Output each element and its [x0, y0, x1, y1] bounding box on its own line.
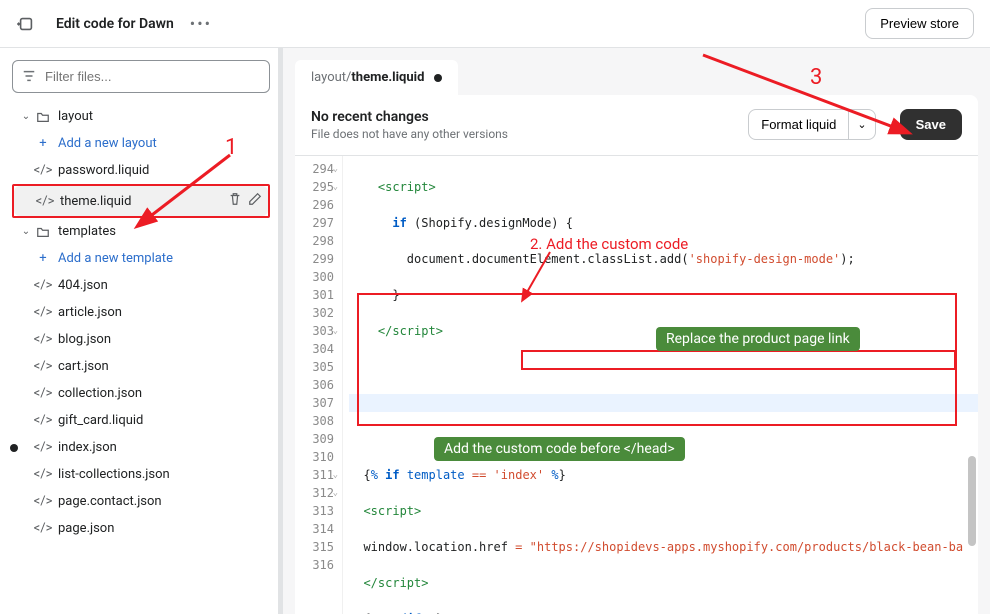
plus-icon: + [34, 136, 52, 151]
format-liquid-button[interactable]: Format liquid [748, 109, 849, 140]
file-label: cart.json [58, 359, 109, 374]
delete-icon[interactable] [228, 192, 242, 210]
file-404-json[interactable]: </> 404.json [12, 272, 270, 299]
preview-store-button[interactable]: Preview store [865, 8, 974, 39]
filter-icon [22, 69, 36, 87]
code-editor[interactable]: 294⌄ 295⌄ 296 297 298 299 300 301 302 30… [295, 156, 978, 614]
unsaved-dot-icon [10, 444, 18, 452]
folder-label: templates [58, 224, 116, 239]
save-button[interactable]: Save [900, 109, 962, 140]
file-article-json[interactable]: </> article.json [12, 299, 270, 326]
code-body[interactable]: <script> if (Shopify.designMode) { docum… [343, 156, 978, 614]
file-sidebar: ⌄ layout + Add a new layout </> password… [0, 48, 283, 614]
format-dropdown-button[interactable]: ⌄ [849, 109, 875, 140]
add-layout-button[interactable]: + Add a new layout [12, 130, 270, 157]
file-label: gift_card.liquid [58, 413, 143, 428]
code-file-icon: </> [34, 467, 52, 482]
tab-filename: theme.liquid [351, 70, 424, 85]
file-blog-json[interactable]: </> blog.json [12, 326, 270, 353]
unsaved-dot-icon [434, 74, 442, 82]
main-layout: ⌄ layout + Add a new layout </> password… [0, 48, 990, 614]
file-gift-card-liquid[interactable]: </> gift_card.liquid [12, 407, 270, 434]
file-label: blog.json [58, 332, 111, 347]
code-file-icon: </> [34, 278, 52, 293]
add-template-label: Add a new template [58, 251, 173, 266]
code-file-icon: </> [34, 386, 52, 401]
folder-templates[interactable]: ⌄ templates [12, 218, 270, 245]
file-list-collections-json[interactable]: </> list-collections.json [12, 461, 270, 488]
file-password-liquid[interactable]: </> password.liquid [12, 157, 270, 184]
line-gutter: 294⌄ 295⌄ 296 297 298 299 300 301 302 30… [295, 156, 343, 614]
file-label: password.liquid [58, 163, 149, 178]
file-label: index.json [58, 440, 117, 455]
code-file-icon: </> [34, 521, 52, 536]
filter-files-input[interactable] [12, 60, 270, 93]
folder-label: layout [58, 109, 93, 124]
file-label: page.json [58, 521, 114, 536]
editor-panel: No recent changes File does not have any… [295, 95, 978, 614]
file-cart-json[interactable]: </> cart.json [12, 353, 270, 380]
file-theme-liquid[interactable]: </> theme.liquid [14, 186, 268, 216]
editor-scrollbar[interactable] [968, 166, 976, 604]
folder-layout[interactable]: ⌄ layout [12, 103, 270, 130]
file-label: list-collections.json [58, 467, 170, 482]
more-actions-icon[interactable]: ••• [190, 14, 212, 33]
back-icon[interactable] [16, 14, 36, 34]
editor-content: layout/theme.liquid No recent changes Fi… [283, 48, 990, 614]
changes-subtitle: File does not have any other versions [311, 127, 508, 141]
panel-header: No recent changes File does not have any… [295, 95, 978, 156]
file-label: 404.json [58, 278, 108, 293]
code-file-icon: </> [34, 413, 52, 428]
top-bar: Edit code for Dawn ••• Preview store [0, 0, 990, 48]
editor-tab[interactable]: layout/theme.liquid [295, 60, 458, 95]
code-file-icon: </> [34, 359, 52, 374]
plus-icon: + [34, 251, 52, 266]
add-template-button[interactable]: + Add a new template [12, 245, 270, 272]
code-file-icon: </> [34, 163, 52, 178]
file-label: theme.liquid [60, 194, 131, 209]
file-label: page.contact.json [58, 494, 162, 509]
file-page-contact-json[interactable]: </> page.contact.json [12, 488, 270, 515]
tab-path: layout/ [311, 70, 351, 85]
code-file-icon: </> [34, 305, 52, 320]
code-file-icon: </> [36, 194, 54, 209]
scrollbar-thumb[interactable] [968, 456, 976, 546]
changes-title: No recent changes [311, 109, 508, 125]
file-page-json[interactable]: </> page.json [12, 515, 270, 542]
folder-icon [34, 225, 52, 239]
edit-icon[interactable] [248, 192, 262, 210]
file-label: article.json [58, 305, 122, 320]
add-layout-label: Add a new layout [58, 136, 157, 151]
chevron-down-icon: ⌄ [18, 111, 34, 122]
page-title: Edit code for Dawn [56, 16, 174, 32]
file-collection-json[interactable]: </> collection.json [12, 380, 270, 407]
code-file-icon: </> [34, 440, 52, 455]
folder-icon [34, 110, 52, 124]
file-index-json[interactable]: </> index.json [12, 434, 270, 461]
chevron-down-icon: ⌄ [18, 226, 34, 237]
code-file-icon: </> [34, 494, 52, 509]
code-file-icon: </> [34, 332, 52, 347]
file-label: collection.json [58, 386, 142, 401]
